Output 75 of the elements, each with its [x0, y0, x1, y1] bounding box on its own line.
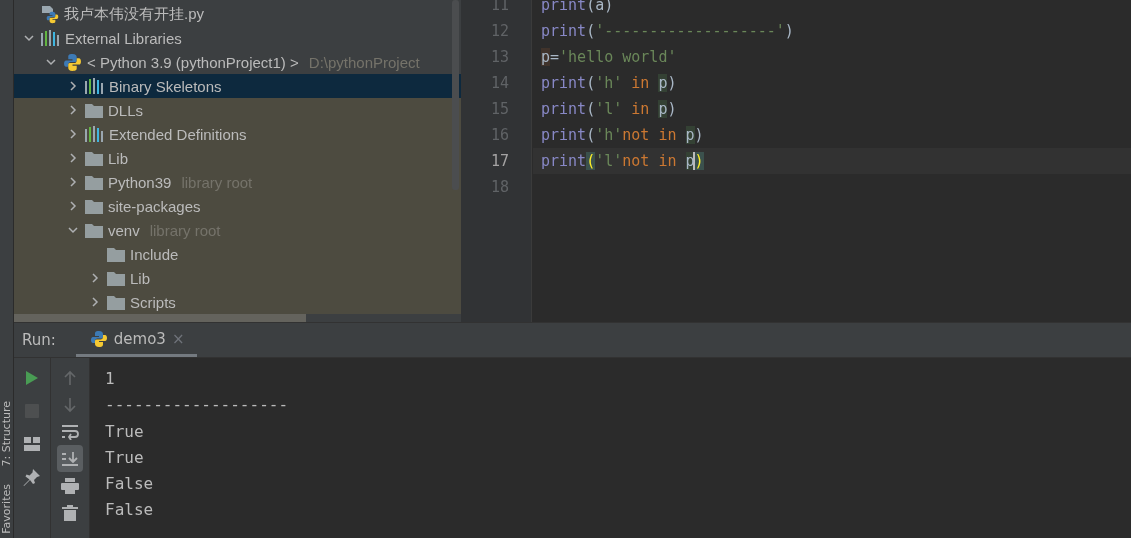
- tree-item-label: Binary Skeletons: [109, 77, 222, 95]
- run-icon[interactable]: [25, 369, 39, 386]
- chevron-down-icon[interactable]: [67, 224, 79, 236]
- chevron-right-icon[interactable]: [67, 80, 79, 92]
- python-icon: [63, 52, 82, 72]
- tree-row[interactable]: Lib: [14, 266, 461, 290]
- code-line: print('-------------------'): [540, 22, 794, 40]
- code-line: p='hello world': [540, 48, 677, 66]
- python-icon: [89, 329, 108, 348]
- tree-item-hint: D:\pythonProject: [308, 53, 420, 71]
- tree-row[interactable]: External Libraries: [14, 26, 461, 50]
- chevron-right-icon[interactable]: [89, 296, 101, 308]
- library-icon: [41, 30, 60, 46]
- chevron-right-icon[interactable]: [67, 152, 79, 164]
- tree-row[interactable]: < Python 3.9 (pythonProject1) > D:\pythonProject: [14, 50, 461, 74]
- tree-row[interactable]: Include: [14, 242, 461, 266]
- chevron-right-icon[interactable]: [89, 272, 101, 284]
- chevron-right-icon[interactable]: [67, 176, 79, 188]
- tree-row[interactable]: Scripts: [14, 290, 461, 314]
- tree-row[interactable]: Lib: [14, 146, 461, 170]
- run-tab-label: demo3: [113, 329, 166, 348]
- layout-icon[interactable]: [24, 436, 40, 451]
- code-line: print('h'not in p): [540, 126, 704, 144]
- print-icon[interactable]: [61, 477, 79, 494]
- folder-icon: [85, 198, 103, 214]
- folder-icon: [107, 294, 125, 310]
- tree-row[interactable]: Binary Skeletons: [14, 74, 461, 98]
- code-line: print('l' in p): [540, 100, 677, 118]
- chevron-down-icon[interactable]: [23, 32, 35, 44]
- tree-item-label: Lib: [108, 149, 129, 167]
- folder-icon: [85, 174, 103, 190]
- soft-wrap-icon[interactable]: [61, 423, 79, 440]
- chevron-right-icon[interactable]: [67, 104, 79, 116]
- run-panel-title: Run:: [21, 330, 57, 351]
- console-line: -------------------: [105, 394, 290, 417]
- library-icon: [85, 126, 104, 142]
- python-file-icon: [41, 4, 59, 24]
- tree-item-label: DLLs: [108, 101, 144, 119]
- tool-window-tab[interactable]: 7: Structure: [0, 400, 13, 467]
- scrollbar-thumb[interactable]: [452, 0, 459, 190]
- pin-icon[interactable]: [23, 467, 41, 486]
- console-line: True: [105, 420, 145, 443]
- chevron-right-icon[interactable]: [67, 200, 79, 212]
- tree-item-label: Lib: [130, 269, 151, 287]
- scroll-to-end-icon[interactable]: [61, 450, 79, 467]
- tree-item-label: External Libraries: [65, 29, 182, 47]
- tree-row[interactable]: Extended Definitions: [14, 122, 461, 146]
- trash-icon[interactable]: [62, 504, 78, 521]
- console-line: False: [105, 473, 155, 496]
- tree-item-label: Python39: [108, 173, 172, 191]
- console-line: 1: [105, 368, 116, 390]
- tree-item-label: Include: [130, 245, 179, 263]
- tree-item-label: Scripts: [130, 293, 176, 311]
- tree-item-label: Extended Definitions: [109, 125, 247, 143]
- scrollbar-thumb[interactable]: [14, 314, 306, 322]
- folder-icon: [107, 246, 125, 262]
- console-line: True: [105, 446, 145, 469]
- folder-icon: [107, 270, 125, 286]
- folder-icon: [85, 150, 103, 166]
- console-line: False: [105, 499, 155, 522]
- tool-window-tab[interactable]: Favorites: [0, 484, 13, 534]
- chevron-right-icon[interactable]: [67, 128, 79, 140]
- folder-icon: [85, 222, 103, 238]
- tree-item-label: venv: [108, 221, 140, 239]
- tree-item-label: < Python 3.9 (pythonProject1) >: [87, 53, 299, 71]
- tree-item-label: site-packages: [108, 197, 201, 215]
- library-icon: [85, 78, 104, 94]
- tree-row[interactable]: DLLs: [14, 98, 461, 122]
- chevron-down-icon[interactable]: [45, 56, 57, 68]
- tree-row[interactable]: site-packages: [14, 194, 461, 218]
- line-number: 17: [489, 152, 509, 170]
- tree-row[interactable]: 我卢本伟没有开挂.py: [14, 2, 461, 26]
- tree-item-label: 我卢本伟没有开挂.py: [64, 4, 204, 24]
- folder-icon: [85, 102, 103, 118]
- code-line: print('h' in p): [540, 74, 677, 92]
